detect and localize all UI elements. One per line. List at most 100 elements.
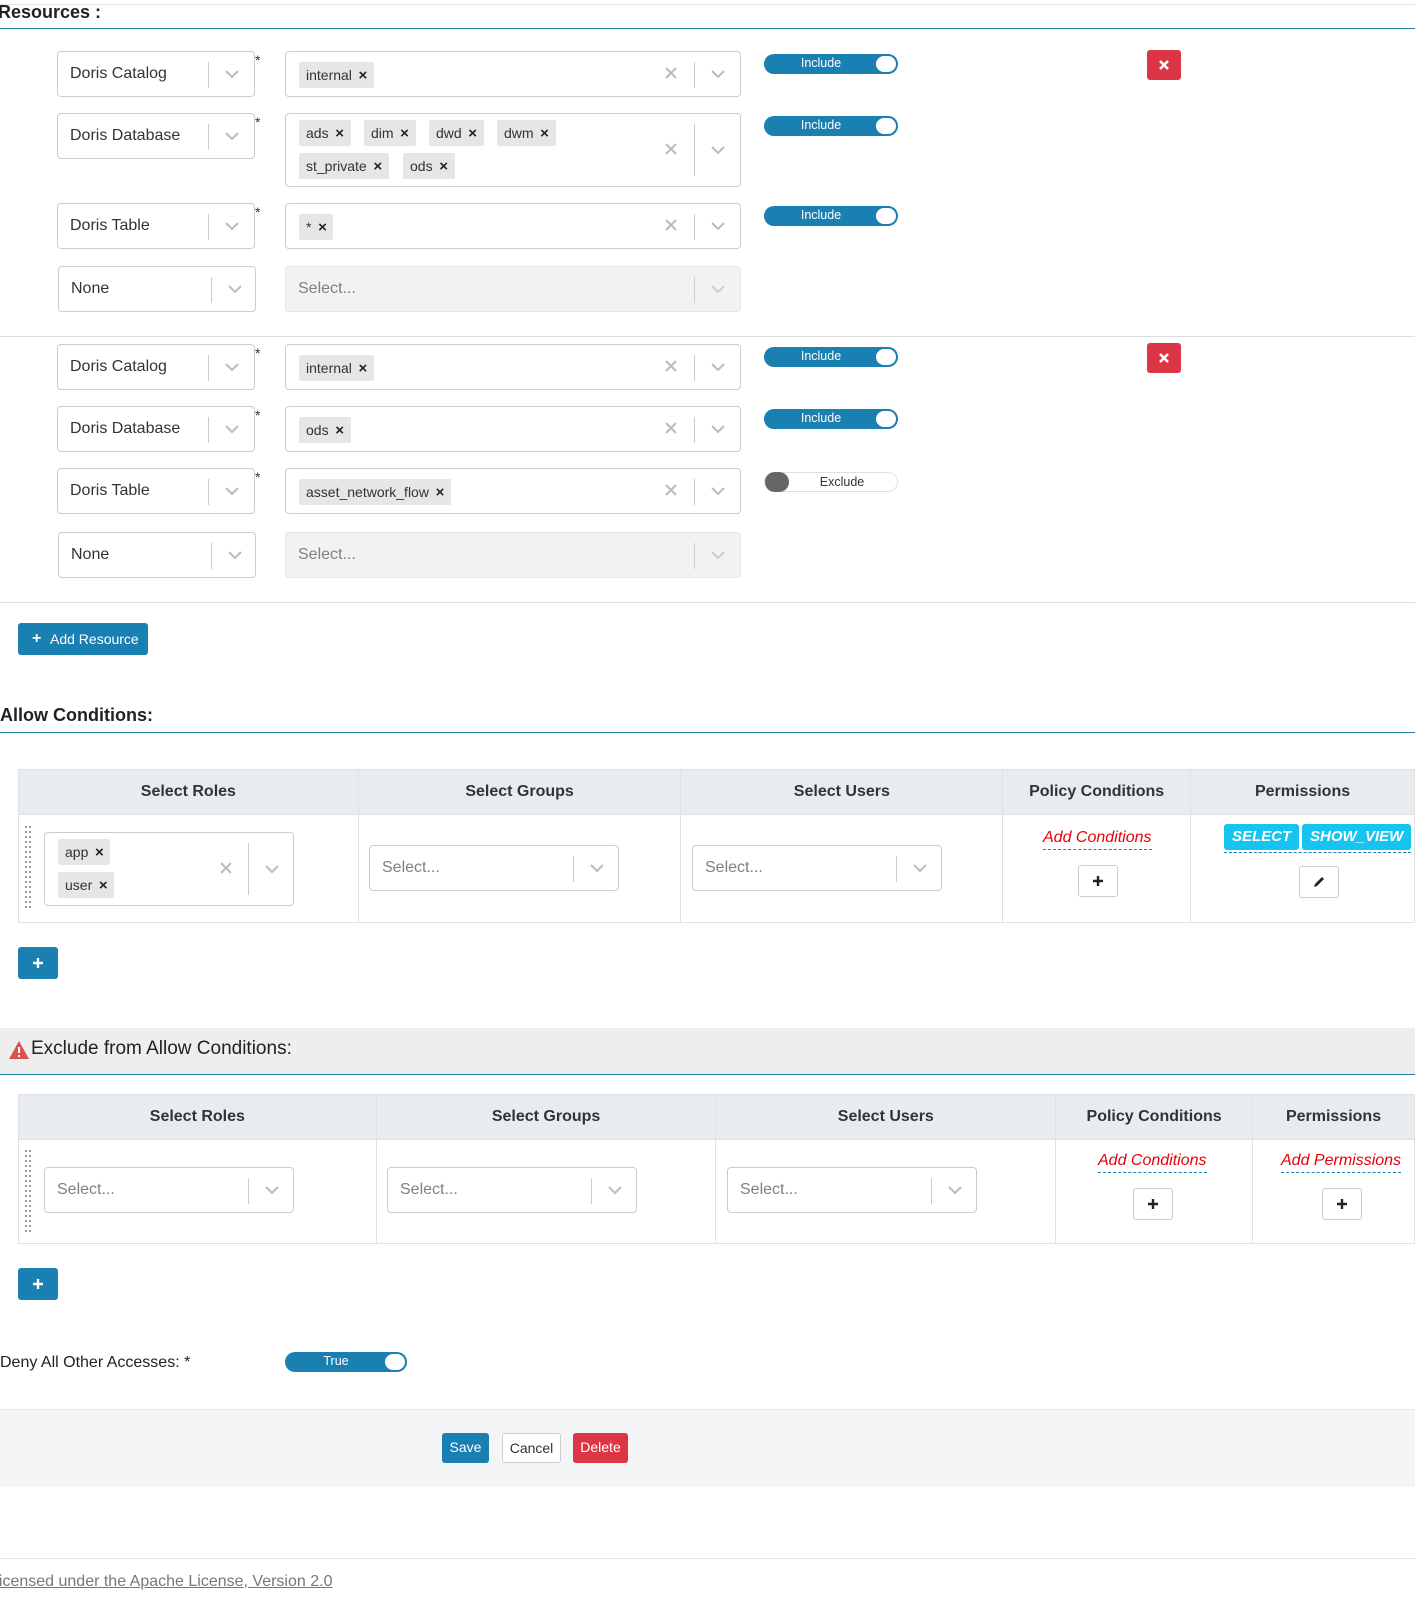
tag-remove-icon[interactable]: × [311,215,333,241]
add-exclude-condition-button[interactable] [18,1268,58,1300]
add-condition-button[interactable] [1078,865,1118,897]
chevron-down-icon[interactable] [254,847,290,891]
include-toggle[interactable]: Include [764,409,898,429]
tag-remove-icon[interactable]: × [534,121,556,147]
tag-remove-icon[interactable]: × [433,154,455,180]
include-toggle[interactable]: Include [764,54,898,74]
header-select-groups: Select Groups [375,1094,717,1140]
resource-type-select[interactable]: Doris Database [57,113,255,159]
chevron-down-icon[interactable] [902,846,938,890]
add-permissions-link[interactable]: Add Permissions [1281,1152,1402,1173]
chevron-down-icon[interactable] [214,469,250,513]
add-conditions-link[interactable]: Add Conditions [1098,1152,1207,1173]
resource-values-select[interactable]: * × [285,203,741,249]
chevron-down-icon[interactable] [700,128,736,172]
tag-remove-icon[interactable]: × [352,63,374,89]
tag-remove-icon[interactable]: × [329,418,351,444]
chevron-down-icon[interactable] [254,1168,290,1212]
chevron-down-icon[interactable] [700,407,736,451]
chevron-down-icon[interactable] [214,345,250,389]
resource-type-select[interactable]: None [58,266,256,312]
clear-icon[interactable] [211,847,241,891]
header-policy-conditions: Policy Conditions [1055,1094,1254,1140]
resource-type-value: Doris Table [70,217,150,234]
tag-remove-icon[interactable]: × [352,356,374,382]
chevron-down-icon[interactable] [597,1168,633,1212]
resource-values-select[interactable]: internal × [285,51,741,97]
tag-remove-icon[interactable]: × [394,121,416,147]
chevron-down-icon[interactable] [214,114,250,158]
tag-remove-icon[interactable]: × [367,154,389,180]
resource-values-select[interactable]: asset_network_flow × [285,468,741,514]
add-permission-button[interactable] [1322,1188,1362,1220]
resource-type-value: None [71,280,110,297]
chevron-down-icon[interactable] [214,204,250,248]
required-mark: * [255,114,261,130]
role-tag: user × [58,872,115,899]
remove-resource-button[interactable] [1147,343,1181,373]
tag-remove-icon[interactable]: × [429,480,451,506]
chevron-down-icon[interactable] [214,407,250,451]
drag-handle[interactable] [25,1150,33,1236]
resource-values-select[interactable]: ads × dim × dwd × dwm × st_private × ods × [285,113,741,187]
cancel-button[interactable]: Cancel [502,1433,561,1463]
edit-permissions-button[interactable] [1299,866,1339,898]
include-toggle[interactable]: Include [764,206,898,226]
clear-icon[interactable] [656,204,686,248]
plus-icon [1148,1199,1158,1209]
resource-values-select[interactable]: internal × [285,344,741,390]
select-placeholder: Select... [400,1181,458,1198]
clear-icon[interactable] [656,128,686,172]
users-select[interactable]: Select... [727,1167,977,1213]
resource-divider [0,602,1415,603]
required-mark: * [255,407,261,423]
groups-select[interactable]: Select... [369,845,619,891]
include-toggle[interactable]: Include [764,347,898,367]
users-select[interactable]: Select... [692,845,942,891]
tag-remove-icon[interactable]: × [92,873,114,899]
resource-divider [0,336,1415,337]
select-placeholder: Select... [382,859,440,876]
remove-resource-button[interactable] [1147,50,1181,80]
roles-select[interactable]: app × user × [44,832,294,906]
add-allow-condition-button[interactable] [18,947,58,979]
tag-remove-icon[interactable]: × [88,840,110,866]
clear-icon[interactable] [656,469,686,513]
clear-icon[interactable] [656,407,686,451]
include-toggle[interactable]: Include [764,116,898,136]
chevron-down-icon[interactable] [700,469,736,513]
chevron-down-icon[interactable] [217,533,253,577]
exclude-toggle[interactable]: Exclude [764,472,898,492]
license-link[interactable]: Licensed under the Apache License, Versi… [0,1573,332,1591]
chevron-down-icon[interactable] [700,204,736,248]
drag-handle[interactable] [25,826,33,912]
chevron-down-icon[interactable] [700,52,736,96]
groups-select[interactable]: Select... [387,1167,637,1213]
resource-type-select[interactable]: Doris Database [57,406,255,452]
add-condition-button[interactable] [1133,1188,1173,1220]
deny-all-toggle[interactable]: True [285,1352,407,1372]
chevron-down-icon[interactable] [579,846,615,890]
select-placeholder: Select... [740,1181,798,1198]
resource-type-select[interactable]: Doris Catalog [57,344,255,390]
select-placeholder: Select... [298,280,356,297]
clear-icon[interactable] [656,345,686,389]
resource-type-select[interactable]: None [58,532,256,578]
chevron-down-icon[interactable] [700,345,736,389]
clear-icon[interactable] [656,52,686,96]
resource-type-select[interactable]: Doris Table [57,203,255,249]
value-tag: dwm × [497,120,556,146]
resource-type-select[interactable]: Doris Table [57,468,255,514]
resource-values-select[interactable]: ods × [285,406,741,452]
chevron-down-icon[interactable] [214,52,250,96]
resource-type-select[interactable]: Doris Catalog [57,51,255,97]
add-conditions-link[interactable]: Add Conditions [1043,829,1152,850]
tag-remove-icon[interactable]: × [329,121,351,147]
chevron-down-icon[interactable] [937,1168,973,1212]
add-resource-button[interactable]: + Add Resource [18,623,148,655]
delete-button[interactable]: Delete [573,1433,628,1463]
roles-select[interactable]: Select... [44,1167,294,1213]
save-button[interactable]: Save [442,1433,489,1463]
tag-remove-icon[interactable]: × [462,121,484,147]
chevron-down-icon[interactable] [217,267,253,311]
